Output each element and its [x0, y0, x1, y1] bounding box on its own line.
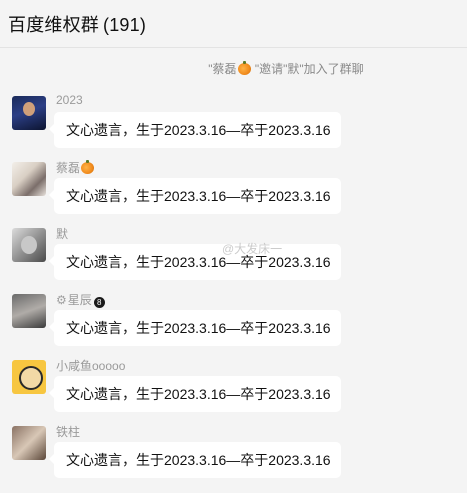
message-item: 蔡磊 文心遗言，生于2023.3.16—卒于2023.3.16	[0, 159, 467, 228]
sender-name[interactable]: 默	[56, 225, 68, 242]
sender-name[interactable]: 小咸鱼ooooo	[56, 357, 125, 374]
message-bubble[interactable]: 文心遗言，生于2023.3.16—卒于2023.3.16	[49, 178, 341, 214]
message-bubble[interactable]: 文心遗言，生于2023.3.16—卒于2023.3.16	[49, 376, 341, 412]
message-item: ⚙星辰 8 文心遗言，生于2023.3.16—卒于2023.3.16	[0, 291, 467, 360]
message-bubble[interactable]: 文心遗言，生于2023.3.16—卒于2023.3.16	[49, 310, 341, 346]
message-item: 2023 文心遗言，生于2023.3.16—卒于2023.3.16	[0, 93, 467, 162]
number-8-badge-icon: 8	[93, 297, 105, 308]
sender-name: 星辰	[67, 293, 92, 307]
sender-name[interactable]: 铁柱	[56, 423, 80, 440]
message-bubble[interactable]: 文心遗言，生于2023.3.16—卒于2023.3.16	[49, 442, 341, 478]
sender-name-row[interactable]: 蔡磊	[56, 159, 95, 176]
member-count: (191)	[103, 14, 147, 35]
sender-name: 蔡磊	[56, 161, 81, 175]
system-notice: "蔡磊 "邀请"默"加入了群聊	[0, 60, 467, 77]
gear-icon: ⚙	[56, 293, 67, 307]
avatar[interactable]	[12, 294, 46, 328]
pumpkin-emoji-icon	[237, 61, 251, 75]
system-notice-text: "邀请"默"加入了群聊	[251, 62, 364, 76]
message-bubble[interactable]: 文心遗言，生于2023.3.16—卒于2023.3.16	[49, 244, 341, 280]
avatar[interactable]	[12, 426, 46, 460]
group-title[interactable]: 百度维权群 (191)	[8, 11, 146, 37]
pumpkin-emoji-icon	[81, 160, 95, 174]
message-item: 小咸鱼ooooo 文心遗言，生于2023.3.16—卒于2023.3.16	[0, 357, 467, 426]
avatar[interactable]	[12, 228, 46, 262]
message-bubble[interactable]: 文心遗言，生于2023.3.16—卒于2023.3.16	[49, 112, 341, 148]
system-notice-prefix: "蔡磊	[208, 62, 237, 76]
message-item: 铁柱 文心遗言，生于2023.3.16—卒于2023.3.16	[0, 423, 467, 492]
sender-name-row[interactable]: ⚙星辰 8	[56, 291, 105, 308]
message-item: 默 文心遗言，生于2023.3.16—卒于2023.3.16	[0, 225, 467, 294]
avatar[interactable]	[12, 96, 46, 130]
avatar[interactable]	[12, 360, 46, 394]
avatar[interactable]	[12, 162, 46, 196]
sender-name[interactable]: 2023	[56, 93, 83, 107]
group-name: 百度维权群	[8, 14, 99, 35]
chat-header: 百度维权群 (191)	[0, 0, 467, 48]
